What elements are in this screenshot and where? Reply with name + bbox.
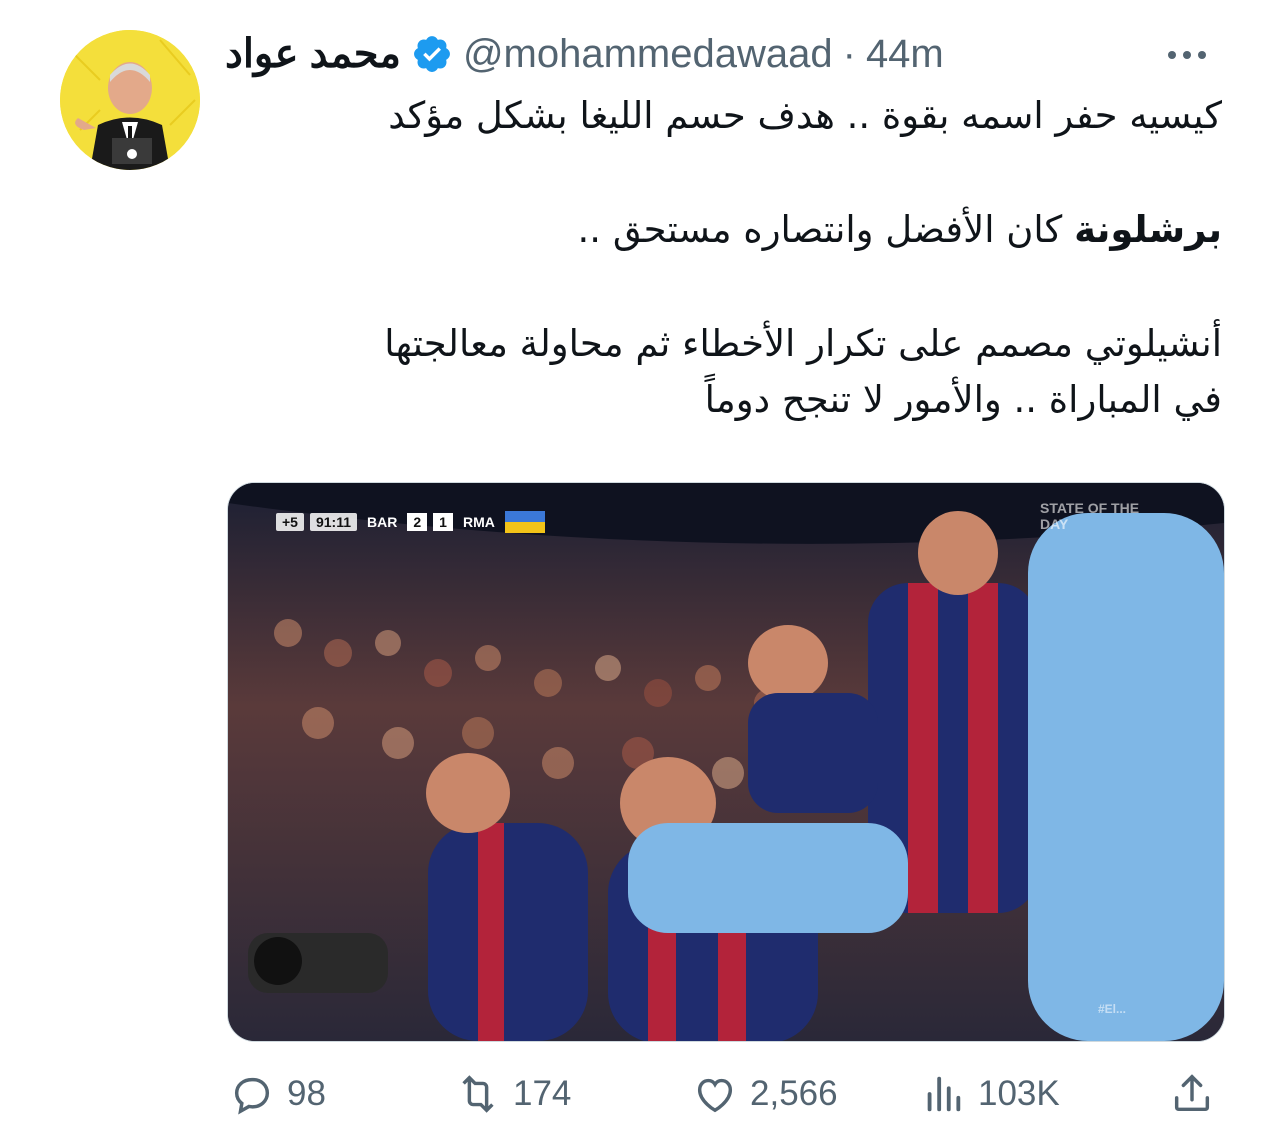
action-bar: 98 174 2,566 103K [227, 1062, 1223, 1126]
tweet-media[interactable] [227, 482, 1225, 1042]
tweet-line-4: في المباراة .. والأمور لا تنجح دوماً [704, 378, 1222, 421]
retweet-icon [462, 1075, 494, 1113]
views-count: 103K [978, 1074, 1060, 1113]
home-team: BAR [367, 514, 398, 530]
retweet-button[interactable]: 174 [455, 1062, 571, 1126]
separator-dot: · [842, 31, 856, 76]
reply-button[interactable]: 98 [229, 1062, 326, 1126]
broadcast-watermark: STATE OF THE DAY [1040, 500, 1140, 532]
avatar-image [60, 30, 200, 170]
display-name[interactable]: محمد عواد [225, 31, 401, 77]
more-icon[interactable] [1168, 44, 1228, 64]
avatar[interactable] [60, 30, 200, 170]
tweet-header: محمد عواد @mohammedawaad · 44m [225, 24, 944, 84]
share-button[interactable] [1169, 1062, 1215, 1126]
like-icon [697, 1078, 733, 1113]
home-score: 2 [407, 513, 428, 531]
scoreboard: +5 91:11 BAR 2 1 RMA [276, 510, 545, 534]
timestamp[interactable]: 44m [866, 32, 944, 77]
away-score: 1 [433, 513, 453, 531]
tweet-line-2: برشلونة كان الأفضل وانتصاره مستحق .. [222, 202, 1222, 258]
like-count: 2,566 [750, 1074, 838, 1113]
user-handle[interactable]: @mohammedawaad [463, 32, 833, 77]
away-team: RMA [462, 514, 495, 530]
ukraine-flag-icon [504, 511, 545, 533]
tweet-text: كيسيه حفر اسمه بقوة .. هدف حسم الليغا بش… [222, 88, 1222, 428]
tweet-line-3: أنشيلوتي مصمم على تكرار الأخطاء ثم محاول… [384, 322, 1222, 365]
media-image [228, 483, 1224, 1041]
views-icon [927, 1076, 961, 1112]
verified-icon [414, 36, 450, 72]
retweet-count: 174 [513, 1074, 572, 1113]
tweet-bold-word: برشلونة [1074, 208, 1222, 251]
reply-count: 98 [287, 1074, 326, 1113]
reply-icon [234, 1077, 270, 1115]
views-button[interactable]: 103K [920, 1062, 1060, 1126]
tweet-line-2-rest: كان الأفضل وانتصاره مستحق .. [577, 208, 1063, 251]
added-time: +5 [276, 513, 304, 531]
share-icon [1174, 1074, 1210, 1112]
match-clock: 91:11 [309, 513, 358, 531]
like-button[interactable]: 2,566 [692, 1062, 838, 1126]
tweet-line-1: كيسيه حفر اسمه بقوة .. هدف حسم الليغا بش… [388, 94, 1222, 137]
media-hashtag: #El... [1098, 1002, 1127, 1016]
